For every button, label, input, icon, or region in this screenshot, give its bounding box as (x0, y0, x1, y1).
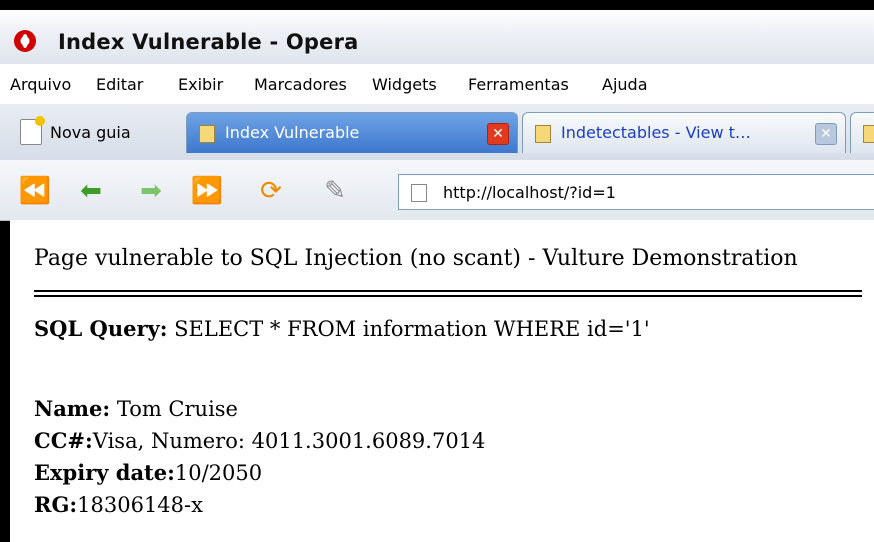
name-line: Name: Tom Cruise (34, 396, 238, 421)
page-heading: Page vulnerable to SQL Injection (no sca… (34, 246, 798, 271)
menu-widgets[interactable]: Widgets (372, 75, 437, 94)
rg-value: 18306148-x (77, 493, 203, 517)
expiry-label: Expiry date: (34, 460, 175, 485)
rg-label: RG: (34, 492, 78, 517)
sql-query-label: SQL Query: (34, 316, 168, 341)
tab-bar: Nova guia Index Vulnerable ✕ Indetectabl… (0, 104, 874, 161)
browser-window: Index Vulnerable - Opera Arquivo Editar … (0, 0, 874, 542)
menu-ferramentas[interactable]: Ferramentas (468, 75, 569, 94)
opera-logo-icon (14, 30, 36, 52)
name-value: Tom Cruise (116, 397, 238, 421)
tab-label: Indetectables - View t… (561, 123, 751, 142)
menu-ajuda[interactable]: Ajuda (602, 75, 648, 94)
new-tab-button[interactable]: Nova guia (20, 114, 131, 150)
cc-label: CC#: (34, 428, 93, 453)
fast-forward-icon[interactable]: ⏩ (190, 174, 224, 208)
close-tab-icon[interactable]: ✕ (487, 123, 509, 145)
title-bar: Index Vulnerable - Opera (0, 10, 874, 65)
close-tab-icon[interactable]: ✕ (815, 123, 837, 145)
expiry-value: 10/2050 (174, 461, 263, 485)
sql-query-value: SELECT * FROM information WHERE id='1' (174, 317, 650, 341)
page-icon (535, 125, 551, 143)
new-tab-label: Nova guia (50, 122, 131, 142)
tab-indetectables[interactable]: Indetectables - View t… ✕ (522, 112, 846, 153)
menu-editar[interactable]: Editar (96, 75, 143, 94)
edit-pen-icon[interactable]: ✎ (318, 174, 352, 208)
page-icon (411, 184, 427, 202)
reload-icon[interactable]: ⟳ (254, 174, 288, 208)
page-content: Page vulnerable to SQL Injection (no sca… (10, 220, 874, 542)
page-icon (199, 125, 215, 143)
menu-exibir[interactable]: Exibir (178, 75, 223, 94)
forward-arrow-icon[interactable]: ➡ (134, 174, 168, 208)
navigation-toolbar: ⏪ ⬅ ➡ ⏩ ⟳ ✎ http://localhost/?id=1 (0, 160, 874, 221)
rg-line: RG:18306148-x (34, 492, 203, 517)
name-label: Name: (34, 396, 111, 421)
horizontal-rule (34, 290, 862, 297)
menu-marcadores[interactable]: Marcadores (254, 75, 347, 94)
cc-line: CC#:Visa, Numero: 4011.3001.6089.7014 (34, 428, 485, 453)
tab-index-vulnerable[interactable]: Index Vulnerable ✕ (186, 112, 518, 153)
sql-query-line: SQL Query: SELECT * FROM information WHE… (34, 316, 650, 341)
expiry-line: Expiry date:10/2050 (34, 460, 262, 485)
back-arrow-icon[interactable]: ⬅ (74, 174, 108, 208)
rewind-icon[interactable]: ⏪ (18, 174, 52, 208)
tab-label: Index Vulnerable (225, 123, 360, 142)
tab-partial[interactable] (850, 112, 874, 153)
menu-bar: Arquivo Editar Exibir Marcadores Widgets… (0, 64, 874, 105)
address-bar[interactable]: http://localhost/?id=1 (398, 174, 874, 210)
address-url: http://localhost/?id=1 (443, 183, 616, 202)
cc-value: Visa, Numero: 4011.3001.6089.7014 (92, 429, 486, 453)
new-tab-icon (20, 116, 45, 145)
window-title: Index Vulnerable - Opera (58, 30, 359, 54)
menu-arquivo[interactable]: Arquivo (10, 75, 71, 94)
page-icon (863, 125, 874, 143)
